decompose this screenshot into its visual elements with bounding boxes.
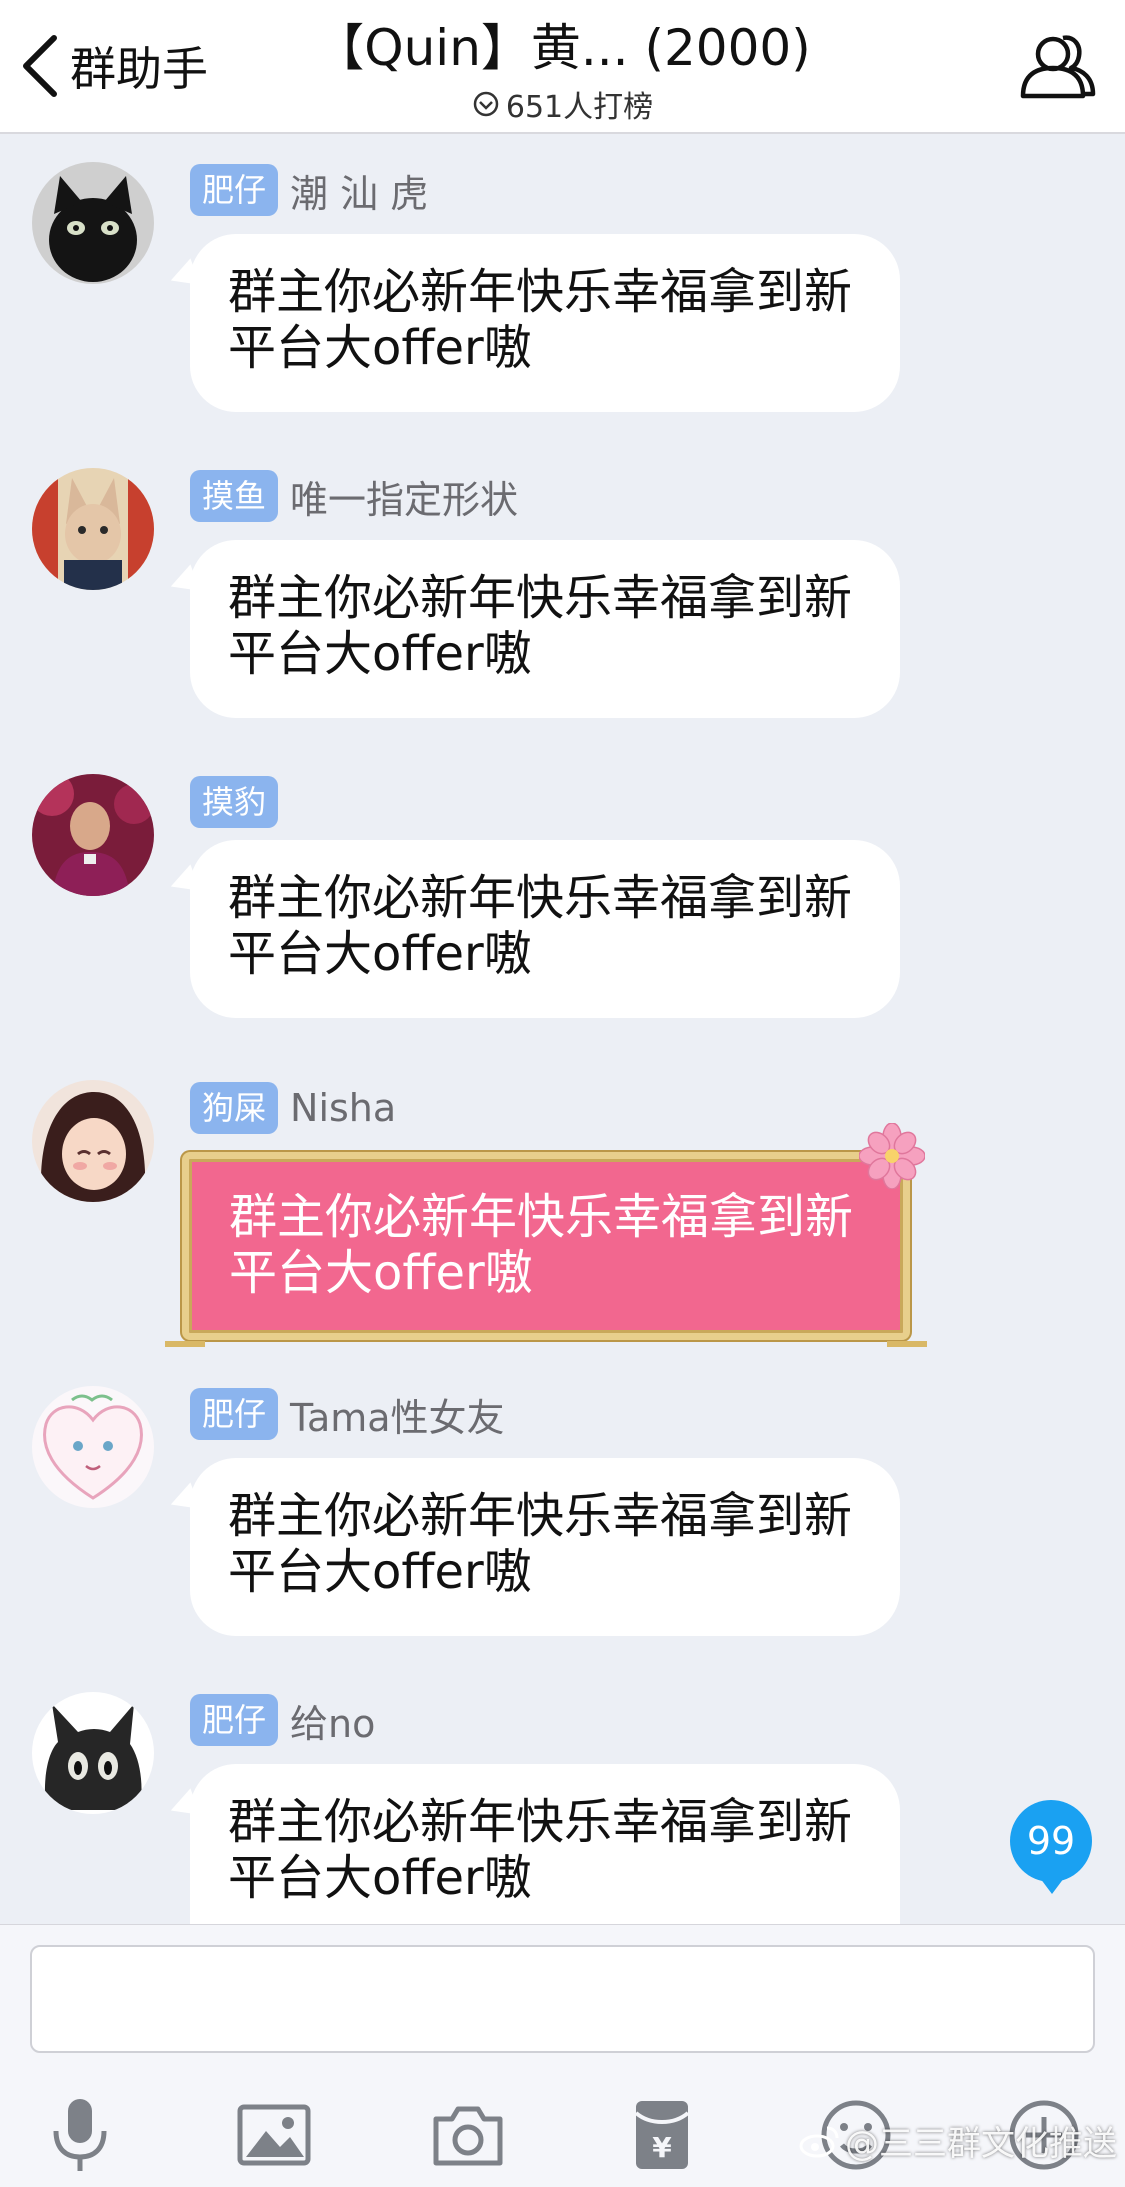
member-title-badge: 摸鱼 — [190, 470, 279, 522]
message-text-line: 平台大offer嗷 — [228, 1544, 532, 1600]
back-label: 群助手 — [70, 42, 208, 96]
sender-name[interactable]: Tama性女友 — [290, 1387, 505, 1442]
message-text-line: 群主你必新年快乐幸福拿到新 — [228, 264, 853, 320]
anime-girl-avatar — [32, 1080, 154, 1202]
cartoon-black-cat-avatar — [32, 1692, 154, 1814]
compose-area: ¥ @三三群文化推送 — [0, 1924, 1125, 2187]
group-members-button[interactable] — [1017, 30, 1097, 102]
sender-name[interactable]: 潮 汕 虎 — [290, 163, 428, 218]
clergyman-photo-avatar — [32, 774, 154, 896]
message-bubble[interactable]: 群主你必新年快乐幸福拿到新 平台大offer嗷 — [190, 1458, 900, 1636]
sphynx-cat-art-avatar — [32, 468, 154, 590]
message-meta: 肥仔 Tama性女友 — [190, 1388, 505, 1440]
member-title-badge: 肥仔 — [190, 1388, 279, 1440]
chat-header: 群助手 【Quin】黄... (2000) 651人打榜 — [0, 0, 1125, 134]
avatar[interactable] — [32, 1386, 154, 1508]
avatar[interactable] — [32, 1080, 154, 1202]
frame-ornament — [165, 1341, 205, 1347]
sender-name[interactable]: 唯一指定形状 — [290, 469, 518, 524]
special-message-bubble[interactable]: 群主你必新年快乐幸福拿到新 平台大offer嗷 — [165, 1123, 927, 1347]
black-cat-photo-avatar — [32, 162, 154, 284]
weibo-logo-icon — [799, 2126, 839, 2157]
image-button[interactable] — [234, 2095, 314, 2175]
message-text-line: 平台大offer嗷 — [228, 626, 532, 682]
chat-message: 肥仔 Tama性女友 群主你必新年快乐幸福拿到新 平台大offer嗷 — [0, 1386, 1125, 1646]
red-packet-button[interactable]: ¥ — [622, 2095, 702, 2175]
message-meta: 摸鱼 唯一指定形状 — [190, 470, 518, 522]
avatar[interactable] — [32, 1692, 154, 1814]
image-icon — [237, 2104, 311, 2166]
member-title-badge: 肥仔 — [190, 164, 279, 216]
message-meta: 肥仔 潮 汕 虎 — [190, 164, 428, 216]
ranking-count: 651人打榜 — [505, 90, 654, 125]
message-bubble[interactable]: 群主你必新年快乐幸福拿到新 平台大offer嗷 — [190, 1764, 900, 1924]
avatar[interactable] — [32, 162, 154, 284]
message-input[interactable] — [30, 1945, 1095, 2053]
svg-text:¥: ¥ — [652, 2131, 672, 2164]
sketch-heart-avatar — [32, 1386, 154, 1508]
message-text-line: 群主你必新年快乐幸福拿到新 — [229, 1189, 854, 1245]
sender-name[interactable]: 给no — [290, 1693, 375, 1748]
message-meta: 狗屎 Nisha — [190, 1082, 396, 1134]
chat-message: 摸豹 群主你必新年快乐幸福拿到新 平台大offer嗷 — [0, 774, 1125, 1034]
message-text-line: 群主你必新年快乐幸福拿到新 — [228, 870, 853, 926]
chat-message: 肥仔 潮 汕 虎 群主你必新年快乐幸福拿到新 平台大offer嗷 — [0, 162, 1125, 422]
chevron-down-circle-icon — [473, 91, 499, 117]
message-bubble[interactable]: 群主你必新年快乐幸福拿到新 平台大offer嗷 — [190, 840, 900, 1018]
message-meta: 摸豹 — [190, 776, 290, 828]
message-meta: 肥仔 给no — [190, 1694, 375, 1746]
message-text-line: 群主你必新年快乐幸福拿到新 — [228, 1794, 853, 1850]
member-title-badge: 摸豹 — [190, 776, 279, 828]
chat-message: 狗屎 Nisha 群主你必新年快乐幸福拿到新 平台大offer嗷 — [0, 1080, 1125, 1360]
frame-ornament — [887, 1341, 927, 1347]
message-text-line: 群主你必新年快乐幸福拿到新 — [228, 1488, 853, 1544]
back-button[interactable]: 群助手 — [20, 30, 208, 102]
member-title-badge: 狗屎 — [190, 1082, 279, 1134]
camera-button[interactable] — [428, 2095, 508, 2175]
message-text-line: 平台大offer嗷 — [228, 926, 532, 982]
ranking-subtitle[interactable]: 651人打榜 — [250, 82, 875, 126]
chevron-left-icon — [23, 35, 57, 97]
sender-name[interactable]: Nisha — [290, 1086, 396, 1130]
avatar[interactable] — [32, 774, 154, 896]
voice-button[interactable] — [40, 2095, 120, 2175]
red-packet-icon: ¥ — [634, 2101, 690, 2169]
message-bubble[interactable]: 群主你必新年快乐幸福拿到新 平台大offer嗷 — [190, 234, 900, 412]
chat-message: 肥仔 给no 群主你必新年快乐幸福拿到新 平台大offer嗷 — [0, 1692, 1125, 1924]
camera-icon — [433, 2106, 503, 2166]
microphone-icon — [53, 2099, 107, 2171]
avatar[interactable] — [32, 468, 154, 590]
message-text-line: 群主你必新年快乐幸福拿到新 — [228, 570, 853, 626]
member-title-badge: 肥仔 — [190, 1694, 279, 1746]
weibo-watermark: @三三群文化推送 — [799, 2116, 1117, 2165]
message-text-line: 平台大offer嗷 — [229, 1245, 533, 1301]
user-group-icon — [1020, 35, 1096, 99]
chat-message: 摸鱼 唯一指定形状 群主你必新年快乐幸福拿到新 平台大offer嗷 — [0, 468, 1125, 728]
chat-title-area[interactable]: 【Quin】黄... (2000) 651人打榜 — [250, 16, 875, 126]
flower-icon — [859, 1123, 925, 1189]
unread-messages-badge[interactable]: 99 — [1010, 1800, 1092, 1894]
message-bubble[interactable]: 群主你必新年快乐幸福拿到新 平台大offer嗷 — [190, 540, 900, 718]
message-text-line: 平台大offer嗷 — [228, 1850, 532, 1906]
watermark-text: @三三群文化推送 — [845, 2124, 1117, 2164]
message-text-line: 平台大offer嗷 — [228, 320, 532, 376]
page-title: 【Quin】黄... (2000) — [314, 19, 811, 77]
